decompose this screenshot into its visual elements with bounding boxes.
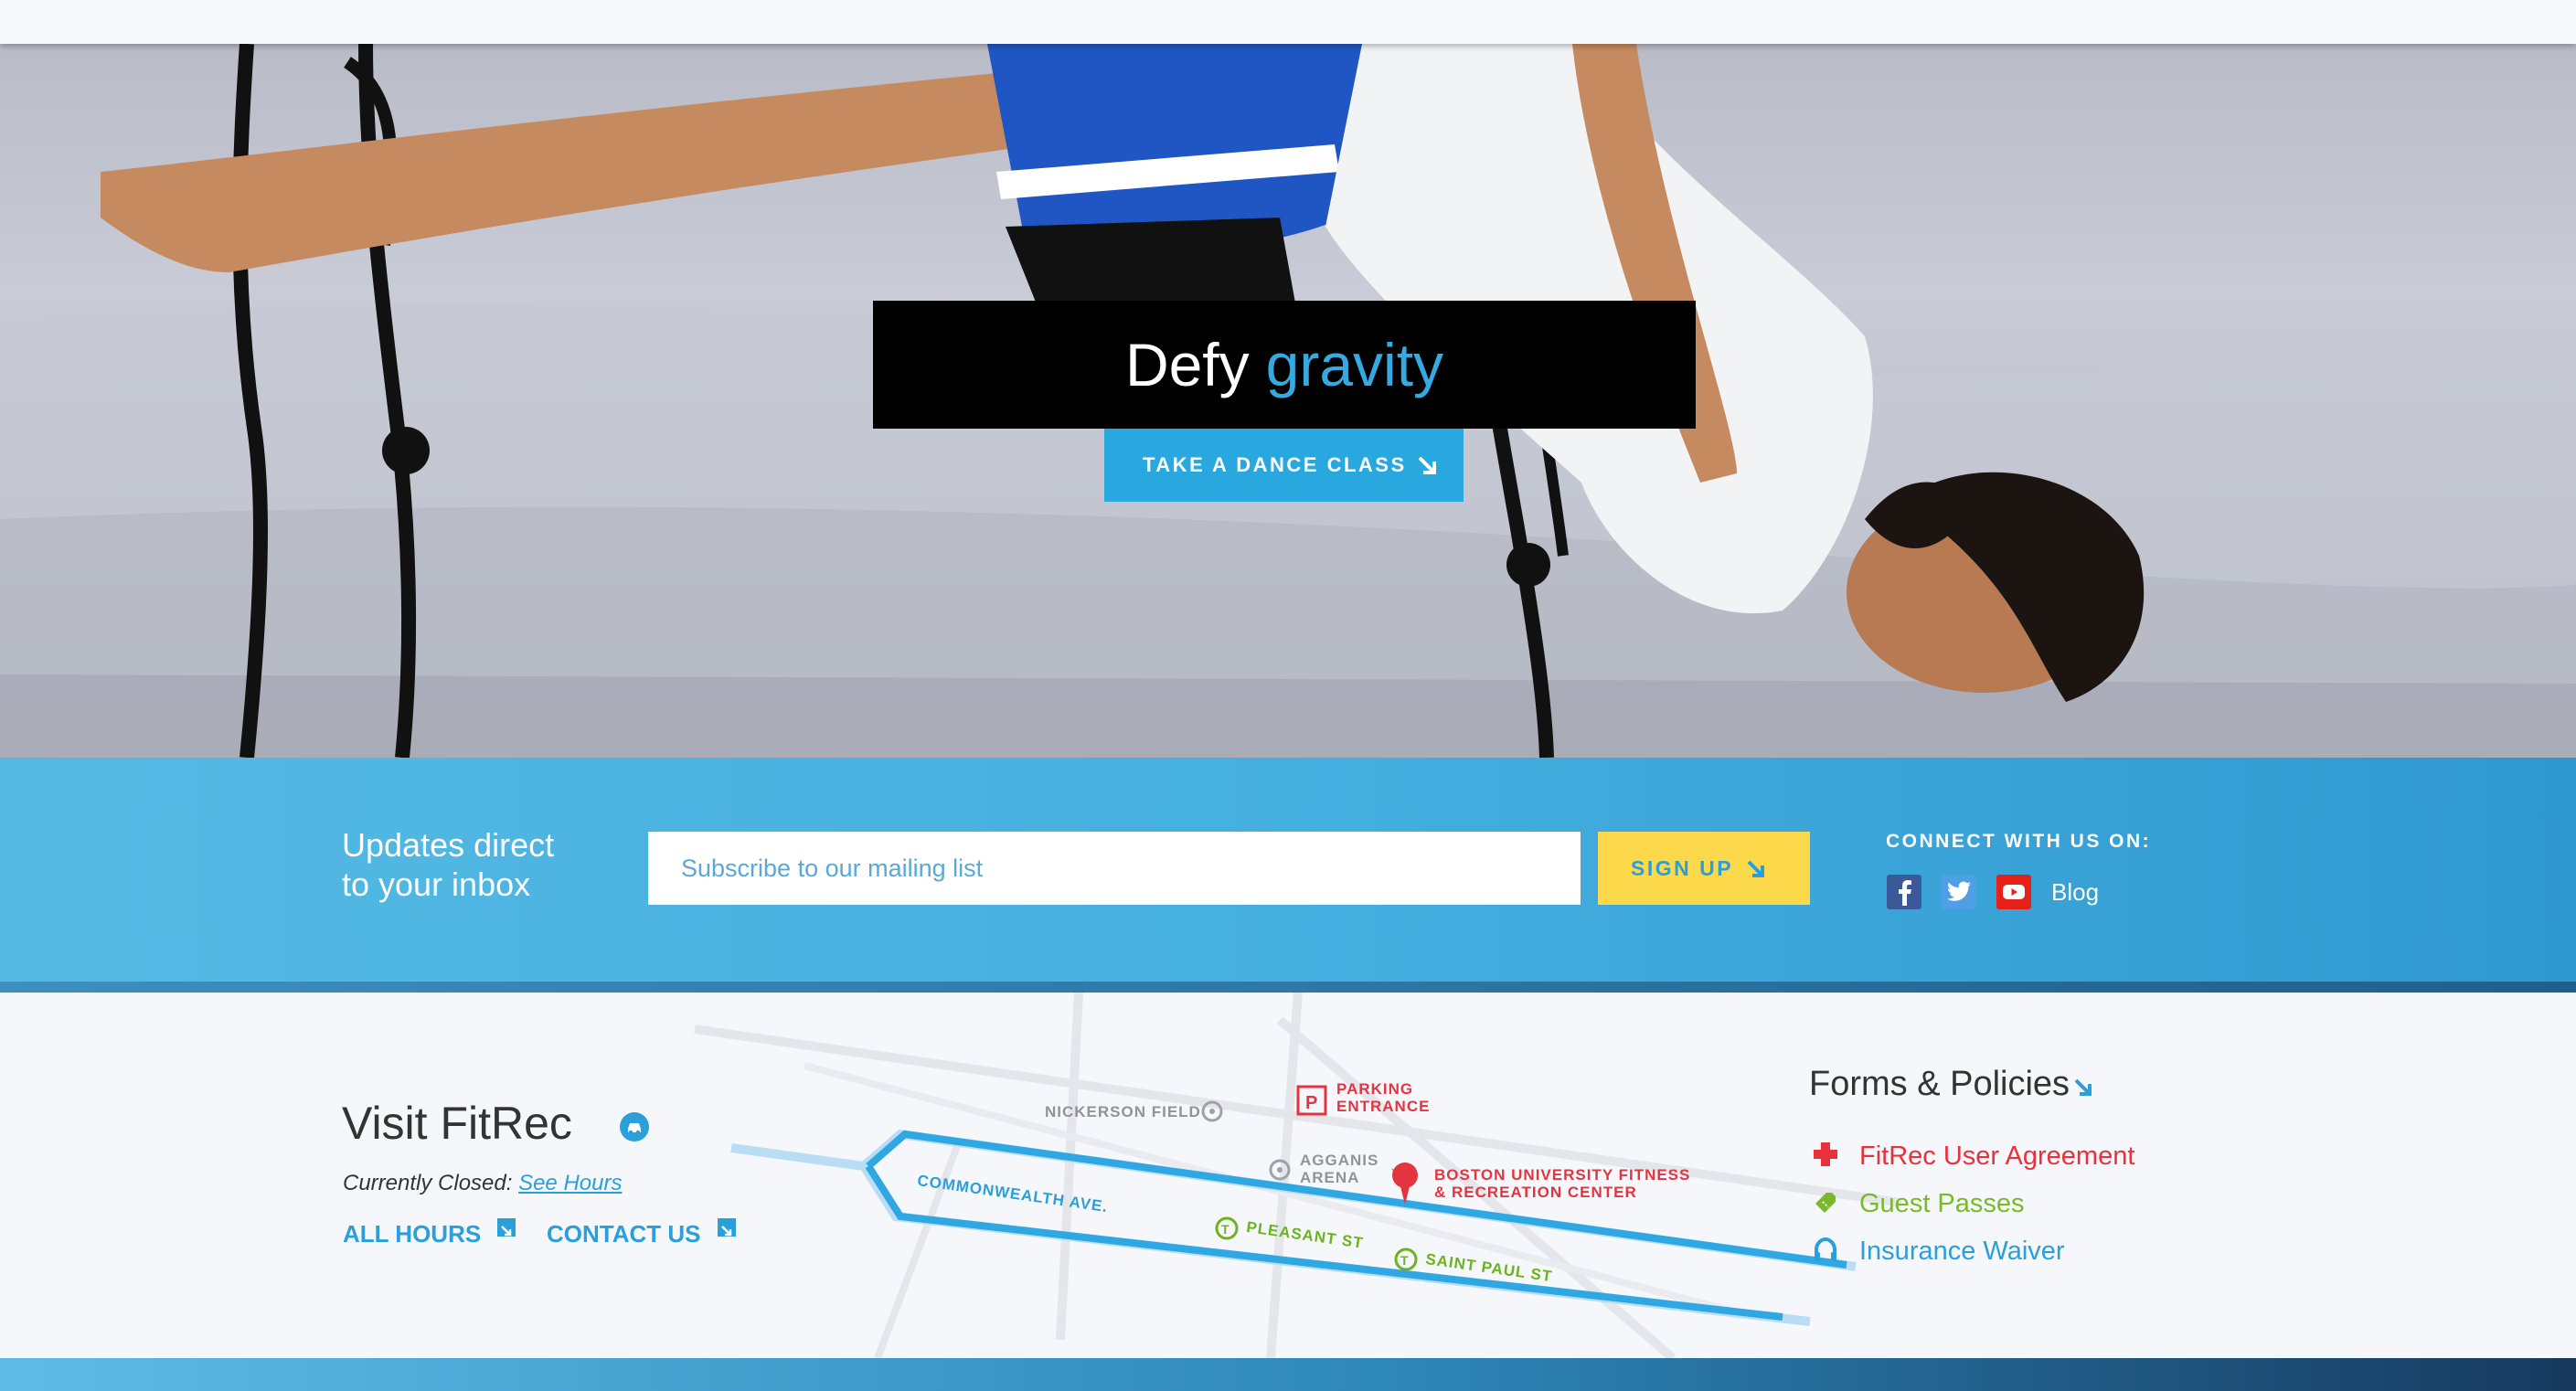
hero-headline: Defy gravity: [873, 301, 1696, 429]
connect-label: CONNECT WITH US ON:: [1886, 831, 2152, 852]
fitrec-user-agreement-link[interactable]: FitRec User Agreement: [1859, 1141, 2134, 1172]
arrow-down-right-icon: [1747, 860, 1764, 877]
parking-line2: ENTRANCE: [1336, 1098, 1431, 1115]
headphones-icon: [1815, 1237, 1836, 1261]
contact-us-label: CONTACT US: [547, 1220, 701, 1248]
arrow-down-right-icon: [1418, 456, 1436, 474]
bu-line1: BOSTON UNIVERSITY FITNESS: [1434, 1166, 1691, 1184]
arrow-down-right-icon: [2074, 1078, 2092, 1096]
see-hours-link[interactable]: See Hours: [518, 1171, 622, 1195]
guest-passes-link[interactable]: Guest Passes: [1859, 1189, 2025, 1219]
blog-link[interactable]: Blog: [2051, 878, 2099, 907]
headline-word-defy: Defy: [1124, 331, 1250, 398]
top-nav-bar: [0, 0, 2576, 44]
youtube-icon: [2003, 885, 2025, 899]
newsletter-heading: Updates direct to your inbox: [342, 825, 554, 904]
hours-status: Currently Closed: See Hours: [343, 1171, 622, 1196]
footer-bar: [0, 1358, 2576, 1391]
sign-up-label: SIGN UP: [1631, 855, 1734, 880]
insurance-waiver-link[interactable]: Insurance Waiver: [1859, 1237, 2065, 1267]
agganis-line1: AGGANIS: [1300, 1152, 1379, 1169]
agganis-line2: ARENA: [1300, 1169, 1360, 1186]
hero-banner: Defy gravity TAKE A DANCE CLASS: [0, 44, 2576, 758]
arrow-box-icon: [717, 1218, 736, 1237]
medical-cross-icon: [1814, 1142, 1837, 1166]
newsletter-heading-line2: to your inbox: [342, 865, 531, 903]
ticket-icon: [1815, 1193, 1836, 1213]
map-label-fitrec: BOSTON UNIVERSITY FITNESS & RECREATION C…: [1434, 1166, 1690, 1201]
all-hours-link[interactable]: ALL HOURS: [343, 1218, 516, 1248]
twitter-icon: [1946, 881, 1971, 901]
car-icon[interactable]: [619, 1111, 650, 1142]
facebook-link[interactable]: [1887, 875, 1921, 909]
newsletter-heading-line1: Updates direct: [342, 826, 555, 864]
map-label-agganis: AGGANIS ARENA: [1300, 1152, 1378, 1186]
map-label-nickerson: NICKERSON FIELD: [1045, 1103, 1201, 1120]
contact-us-link[interactable]: CONTACT US: [547, 1218, 736, 1248]
all-hours-label: ALL HOURS: [343, 1220, 482, 1248]
visit-fitrec-title: Visit FitRec: [342, 1098, 572, 1149]
map-label-parking: PARKING ENTRANCE: [1336, 1080, 1430, 1115]
band-divider: [0, 982, 2576, 993]
parking-line1: PARKING: [1336, 1080, 1414, 1098]
take-dance-class-button[interactable]: TAKE A DANCE CLASS: [1104, 429, 1464, 502]
twitter-link[interactable]: [1942, 875, 1976, 909]
bu-line2: & RECREATION CENTER: [1434, 1184, 1637, 1201]
headline-word-gravity: gravity: [1265, 331, 1444, 398]
cta-label: TAKE A DANCE CLASS: [1143, 453, 1407, 476]
facebook-icon: [1899, 880, 1911, 906]
forms-policies-link[interactable]: Forms & Policies: [1809, 1065, 2070, 1104]
status-prefix: Currently Closed:: [343, 1171, 513, 1195]
sign-up-button[interactable]: SIGN UP: [1598, 832, 1810, 905]
mailing-list-input[interactable]: [648, 832, 1581, 905]
youtube-link[interactable]: [1996, 875, 2031, 909]
arrow-box-icon: [497, 1218, 516, 1237]
